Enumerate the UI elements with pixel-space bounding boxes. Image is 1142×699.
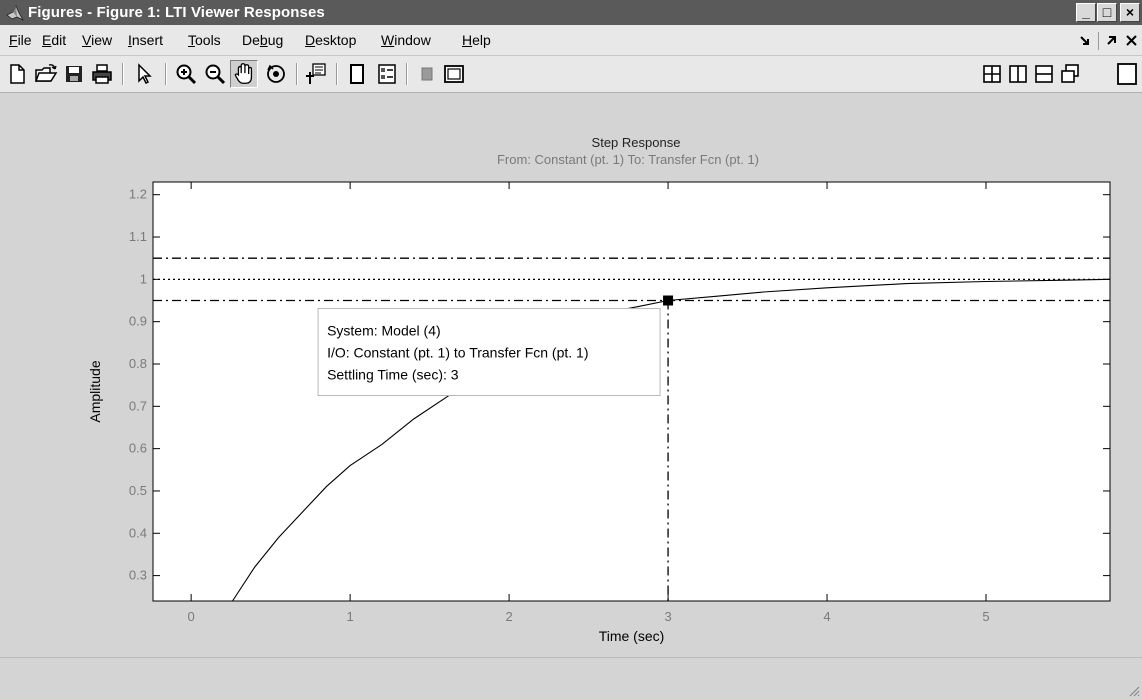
insert-legend-icon[interactable] xyxy=(375,62,399,86)
zoom-in-icon[interactable] xyxy=(174,62,198,86)
x-tick-label: 3 xyxy=(664,609,671,624)
menu-view[interactable]: View xyxy=(82,32,112,48)
insert-colorbar-icon[interactable] xyxy=(415,62,439,86)
close-figure-icon[interactable] xyxy=(1125,34,1138,47)
step-response-plot[interactable]: Step Response From: Constant (pt. 1) To:… xyxy=(0,93,1142,657)
x-tick-label: 5 xyxy=(982,609,989,624)
maximize-figure-icon[interactable] xyxy=(1114,61,1140,87)
chart-title: Step Response xyxy=(592,135,681,150)
settling-time-marker[interactable] xyxy=(663,295,674,306)
toolbar-separator xyxy=(406,63,408,85)
datatip-system: System: Model (4) xyxy=(327,323,441,339)
dock-icon[interactable] xyxy=(1078,34,1092,48)
y-tick-label: 0.7 xyxy=(129,398,147,413)
window-title: Figures - Figure 1: LTI Viewer Responses xyxy=(28,4,325,21)
toolbar xyxy=(0,56,1142,93)
x-tick-label: 0 xyxy=(188,609,195,624)
show-plot-tools-icon[interactable] xyxy=(442,62,466,86)
tile-top-bottom-icon[interactable] xyxy=(1032,62,1056,86)
menu-bar: File Edit View Insert Tools Debug Deskto… xyxy=(0,25,1142,56)
edit-plot-icon[interactable] xyxy=(132,62,156,86)
toolbar-separator xyxy=(296,63,298,85)
y-tick-label: 1.2 xyxy=(129,187,147,202)
y-tick-label: 0.9 xyxy=(129,314,147,329)
menu-desktop[interactable]: Desktop xyxy=(305,32,356,48)
y-tick-label: 1.1 xyxy=(129,229,147,244)
y-tick-label: 0.8 xyxy=(129,356,147,371)
toolbar-separator xyxy=(165,63,167,85)
datatip-io: I/O: Constant (pt. 1) to Transfer Fcn (p… xyxy=(327,345,588,361)
menu-window[interactable]: Window xyxy=(381,32,431,48)
figure-window: Figures - Figure 1: LTI Viewer Responses… xyxy=(0,0,1142,699)
y-axis-label: Amplitude xyxy=(87,360,103,422)
minimize-button[interactable]: _ xyxy=(1076,3,1096,22)
status-bar xyxy=(0,657,1142,699)
data-cursor-icon[interactable] xyxy=(304,62,328,86)
toolbar-separator xyxy=(336,63,338,85)
save-icon[interactable] xyxy=(62,62,86,86)
pan-icon[interactable] xyxy=(230,60,258,88)
datatip-settling-time: Settling Time (sec): 3 xyxy=(327,367,459,383)
y-tick-label: 0.4 xyxy=(129,525,147,540)
x-axis-label: Time (sec) xyxy=(599,628,665,644)
x-tick-label: 4 xyxy=(823,609,830,624)
x-tick-label: 1 xyxy=(347,609,354,624)
menu-separator xyxy=(1098,32,1099,50)
open-file-icon[interactable] xyxy=(34,62,58,86)
menu-insert[interactable]: Insert xyxy=(128,32,163,48)
hide-plot-tools-icon[interactable] xyxy=(345,62,369,86)
y-tick-label: 0.3 xyxy=(129,568,147,583)
menu-tools[interactable]: Tools xyxy=(188,32,221,48)
close-button[interactable]: × xyxy=(1120,3,1140,22)
x-tick-label: 2 xyxy=(505,609,512,624)
float-icon[interactable] xyxy=(1058,62,1082,86)
tile-left-right-icon[interactable] xyxy=(1006,62,1030,86)
menu-debug[interactable]: Debug xyxy=(242,32,283,48)
y-tick-label: 0.5 xyxy=(129,483,147,498)
chart-subtitle: From: Constant (pt. 1) To: Transfer Fcn … xyxy=(497,152,759,167)
undock-icon[interactable] xyxy=(1105,34,1119,48)
resize-grip-icon[interactable] xyxy=(1126,683,1140,697)
tile-grid-icon[interactable] xyxy=(980,62,1004,86)
y-tick-label: 0.6 xyxy=(129,441,147,456)
toolbar-separator xyxy=(122,63,124,85)
menu-edit[interactable]: Edit xyxy=(42,32,66,48)
menu-help[interactable]: Help xyxy=(462,32,491,48)
menu-file[interactable]: File xyxy=(9,32,32,48)
y-tick-label: 1 xyxy=(140,271,147,286)
figure-canvas[interactable]: Step Response From: Constant (pt. 1) To:… xyxy=(0,93,1142,657)
maximize-button[interactable]: □ xyxy=(1097,3,1117,22)
datatip-box[interactable]: System: Model (4) I/O: Constant (pt. 1) … xyxy=(317,308,661,397)
print-icon[interactable] xyxy=(90,62,114,86)
zoom-out-icon[interactable] xyxy=(203,62,227,86)
rotate-3d-icon[interactable] xyxy=(264,62,288,86)
new-figure-icon[interactable] xyxy=(5,62,29,86)
title-bar[interactable]: Figures - Figure 1: LTI Viewer Responses… xyxy=(0,0,1142,25)
matlab-logo-icon xyxy=(6,5,24,21)
